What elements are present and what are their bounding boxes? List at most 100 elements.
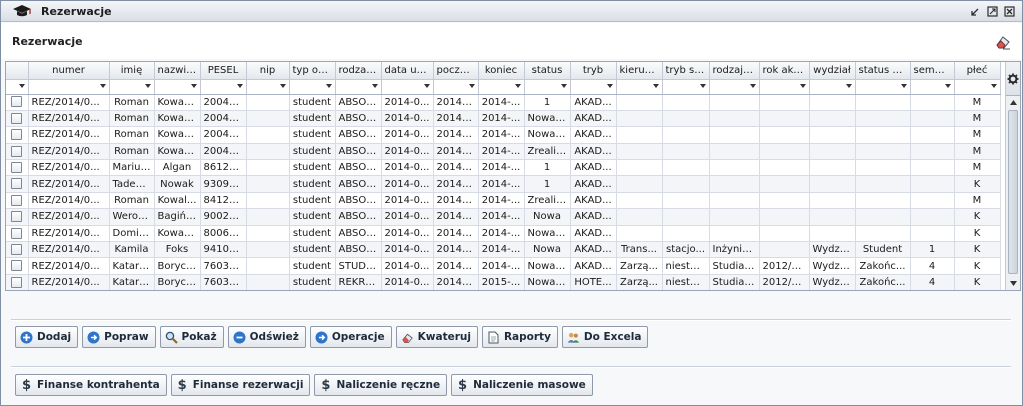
row-select-cell[interactable]: [6, 225, 29, 243]
column-header-semestr[interactable]: semestr: [910, 62, 955, 80]
filter-rodzaj[interactable]: [335, 79, 382, 95]
table-row[interactable]: REZ/2014/0... Katarz... Boryczko 76030... st…: [6, 257, 1001, 275]
table-row[interactable]: REZ/2014/0... Kamila Foks 94101... student AB…: [6, 241, 1001, 259]
column-header-nip[interactable]: nip: [246, 62, 290, 80]
minimize-icon[interactable]: [968, 4, 982, 18]
column-header-rok-akad[interactable]: rok aka...: [759, 62, 810, 80]
row-select-cell[interactable]: [6, 241, 29, 259]
table-row[interactable]: REZ/2014/0... Domin... Kowals... 80061... st…: [6, 225, 1001, 243]
filter-plec[interactable]: [954, 79, 1001, 95]
close-icon[interactable]: [1002, 4, 1016, 18]
add-button[interactable]: Dodaj: [15, 326, 79, 348]
filter-numer[interactable]: [28, 79, 110, 95]
row-checkbox[interactable]: [11, 211, 23, 223]
chevron-down-icon[interactable]: [279, 84, 286, 88]
column-header-status-k[interactable]: status ki...: [855, 62, 911, 80]
row-checkbox[interactable]: [11, 178, 23, 190]
filter-poczatek[interactable]: [433, 79, 479, 95]
row-select-cell[interactable]: [6, 143, 29, 161]
scroll-down-icon[interactable]: [1006, 277, 1020, 290]
chevron-down-icon[interactable]: [514, 84, 521, 88]
column-header-tryb[interactable]: tryb: [570, 62, 617, 80]
row-select-cell[interactable]: [6, 208, 29, 226]
table-row[interactable]: REZ/2014/0... Mariusz Algan 86121... student…: [6, 159, 1001, 177]
filter-status[interactable]: [524, 79, 571, 95]
row-select-cell[interactable]: [6, 110, 29, 128]
chevron-down-icon[interactable]: [371, 84, 378, 88]
column-header-numer[interactable]: numer: [28, 62, 110, 80]
chevron-down-icon[interactable]: [236, 84, 243, 88]
clear-filters-icon[interactable]: [994, 33, 1012, 51]
row-checkbox[interactable]: [11, 112, 23, 124]
filter-data-utw[interactable]: [381, 79, 434, 95]
table-row[interactable]: REZ/2014/0... Roman Kowalski 20041... studen…: [6, 110, 1001, 128]
column-header-pesel[interactable]: PESEL: [200, 62, 247, 80]
row-checkbox[interactable]: [11, 145, 23, 157]
chevron-down-icon[interactable]: [900, 84, 907, 88]
column-header-sel[interactable]: [6, 62, 29, 80]
column-header-tryb-studiow[interactable]: tryb stu...: [662, 62, 710, 80]
table-row[interactable]: REZ/2014/0... Roman Kowalski 20041... studen…: [6, 126, 1001, 144]
table-row[interactable]: REZ/2014/0... Katarz... Boryczko 76030... st…: [6, 274, 1001, 290]
contractor-finance-button[interactable]: $ Finanse kontrahenta: [15, 374, 167, 396]
column-header-poczatek[interactable]: początek: [433, 62, 479, 80]
chevron-down-icon[interactable]: [652, 84, 659, 88]
row-checkbox[interactable]: [11, 96, 23, 108]
show-button[interactable]: Pokaż: [159, 326, 224, 348]
filter-rodzaj-s[interactable]: [709, 79, 760, 95]
filter-typ-osoby[interactable]: [289, 79, 336, 95]
filter-wydzial[interactable]: [809, 79, 856, 95]
chevron-down-icon[interactable]: [944, 84, 951, 88]
row-checkbox[interactable]: [11, 194, 23, 206]
filter-sel[interactable]: [6, 79, 29, 95]
refresh-button[interactable]: Odśwież: [227, 326, 306, 348]
vertical-scrollbar[interactable]: [1005, 96, 1020, 290]
table-row[interactable]: REZ/2014/0... Tadeusz Nowak 93091... student…: [6, 175, 1001, 193]
chevron-down-icon[interactable]: [468, 84, 475, 88]
column-header-wydzial[interactable]: wydział: [809, 62, 856, 80]
row-select-cell[interactable]: [6, 159, 29, 177]
table-row[interactable]: REZ/2014/0... Roman Kowal... 84121... studen…: [6, 192, 1001, 210]
row-checkbox[interactable]: [11, 260, 23, 272]
column-settings-button[interactable]: [1005, 62, 1020, 96]
scroll-up-icon[interactable]: [1006, 96, 1020, 109]
filter-nip[interactable]: [246, 79, 290, 95]
column-header-kierunek[interactable]: kierunek: [616, 62, 663, 80]
table-row[interactable]: REZ/2014/0... Weron... Bagińs... 90020... st…: [6, 208, 1001, 226]
filter-pesel[interactable]: [200, 79, 247, 95]
column-header-status[interactable]: status: [524, 62, 571, 80]
chevron-down-icon[interactable]: [325, 84, 332, 88]
edit-button[interactable]: Popraw: [82, 326, 156, 348]
chevron-down-icon[interactable]: [749, 84, 756, 88]
chevron-down-icon[interactable]: [423, 84, 430, 88]
row-checkbox[interactable]: [11, 162, 23, 173]
column-header-plec[interactable]: płeć: [954, 62, 1001, 80]
row-checkbox[interactable]: [11, 276, 23, 288]
column-header-typ-osoby[interactable]: typ oso...: [289, 62, 336, 80]
chevron-down-icon[interactable]: [560, 84, 567, 88]
column-header-data-utw[interactable]: data utw...: [381, 62, 434, 80]
accommodate-button[interactable]: Kwateruj: [395, 326, 478, 348]
reports-button[interactable]: Raporty: [481, 326, 558, 348]
chevron-down-icon[interactable]: [799, 84, 806, 88]
row-select-cell[interactable]: [6, 192, 29, 210]
filter-nazwisko[interactable]: [154, 79, 201, 95]
table-row[interactable]: REZ/2014/0... Roman Kowalski 20041... studen…: [6, 94, 1001, 111]
column-header-rodzaj-s[interactable]: rodzaj s...: [709, 62, 760, 80]
column-header-rodzaj[interactable]: rodzaj ...: [335, 62, 382, 80]
chevron-down-icon[interactable]: [699, 84, 706, 88]
column-header-nazwisko[interactable]: nazwis...: [154, 62, 201, 80]
scrollbar-thumb[interactable]: [1008, 110, 1018, 274]
row-select-cell[interactable]: [6, 257, 29, 275]
filter-tryb-studiow[interactable]: [662, 79, 710, 95]
chevron-down-icon[interactable]: [606, 84, 613, 88]
window-titlebar[interactable]: Rezerwacje: [1, 1, 1022, 22]
filter-rok-akad[interactable]: [759, 79, 810, 95]
chevron-down-icon[interactable]: [99, 84, 106, 88]
chevron-down-icon[interactable]: [990, 84, 997, 88]
filter-status-k[interactable]: [855, 79, 911, 95]
filter-kierunek[interactable]: [616, 79, 663, 95]
filter-semestr[interactable]: [910, 79, 955, 95]
row-select-cell[interactable]: [6, 175, 29, 193]
table-row[interactable]: REZ/2014/0... Roman Kowalski 20041... studen…: [6, 143, 1001, 161]
